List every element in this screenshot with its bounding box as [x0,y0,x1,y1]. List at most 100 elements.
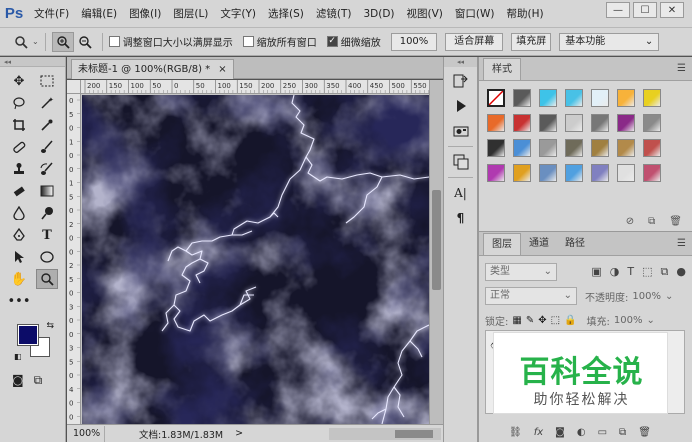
style-swatch[interactable] [539,89,557,107]
quick-mask-icon[interactable]: ◙ [12,373,24,388]
filter-adjustment-icon[interactable]: ◑ [610,265,620,279]
strip-header[interactable]: ◂◂ [444,57,477,67]
new-style-icon[interactable]: ⧉ [648,216,655,227]
healing-brush-tool-icon[interactable] [8,137,30,157]
checkbox-box[interactable] [108,36,120,47]
zoom-out-icon[interactable] [74,32,96,52]
menu-item[interactable]: 视图(V) [401,0,449,28]
chevron-down-icon[interactable]: ⌄ [646,315,654,326]
style-swatch[interactable] [643,114,661,132]
style-swatch[interactable] [565,164,583,182]
menu-item[interactable]: 滤镜(T) [310,0,358,28]
zoom-in-icon[interactable] [51,31,74,52]
paragraph-panel-icon[interactable]: ¶ [448,207,474,229]
style-swatch[interactable] [591,89,609,107]
style-swatch[interactable] [591,139,609,157]
style-swatch[interactable] [643,139,661,157]
document-tab[interactable]: 未标题-1 @ 100%(RGB/8) * × [71,59,234,79]
screen-mode-icon[interactable]: ⧉ [34,373,43,388]
style-swatch[interactable] [487,139,505,157]
style-swatch[interactable] [513,164,531,182]
magic-wand-tool-icon[interactable]: ✦ [36,93,58,113]
style-swatch[interactable] [565,139,583,157]
blur-tool-icon[interactable] [8,203,30,223]
move-tool-icon[interactable]: ✥ [8,71,30,91]
pen-tool-icon[interactable] [8,225,30,245]
foreground-color[interactable] [17,324,39,346]
resize-windows-checkbox[interactable]: 调整窗口大小以满屏显示 [108,34,233,49]
style-swatch[interactable] [617,139,635,157]
vertical-scrollbar[interactable] [429,80,443,424]
tab-channels[interactable]: 通道 [521,233,557,255]
panel-menu-icon[interactable]: ☰ [677,63,686,74]
crop-tool-icon[interactable] [8,115,30,135]
style-swatch[interactable] [487,164,505,182]
fill-field[interactable]: 100% [614,315,643,326]
horizontal-scrollbar[interactable] [329,428,441,440]
style-swatch[interactable] [539,114,557,132]
filter-toggle-icon[interactable]: ● [676,265,686,279]
zoom-all-windows-checkbox[interactable]: 缩放所有窗口 [242,34,317,49]
layer-style-icon[interactable]: fx [534,427,543,438]
actions-play-icon[interactable] [448,95,474,117]
menu-item[interactable]: 编辑(E) [75,0,123,28]
delete-layer-icon[interactable]: 🗑 [638,427,651,438]
filter-shape-icon[interactable]: ⬚ [642,265,652,279]
toolbox-header[interactable]: ◂◂ [0,57,65,67]
properties-panel-icon[interactable] [448,120,474,142]
style-swatch[interactable] [487,114,505,132]
layer-mask-icon[interactable]: ◙ [555,427,565,438]
history-panel-icon[interactable] [448,70,474,92]
vertical-ruler[interactable]: 0 5 0 1 0 0 1 5 0 2 0 0 2 5 0 3 0 0 3 5 0 4 0 0 [67,94,81,424]
lock-pixels-icon[interactable]: ✎ [526,315,534,326]
lock-all-icon[interactable]: 🔒 [564,315,576,326]
tab-styles[interactable]: 样式 [483,58,521,80]
ellipse-tool-icon[interactable] [36,247,58,267]
close-button[interactable]: ✕ [660,2,684,18]
fill-screen-button[interactable]: 填充屏 [511,32,552,51]
menu-item[interactable]: 图层(L) [167,0,214,28]
status-menu-arrow[interactable]: > [235,428,243,439]
canvas-image-clouds-lightning[interactable] [82,95,429,424]
zoom-tool-preset-icon[interactable] [10,32,32,52]
panel-menu-icon[interactable]: ☰ [677,238,686,249]
minimize-button[interactable]: — [606,2,630,18]
style-swatch[interactable] [591,114,609,132]
eyedropper-tool-icon[interactable] [36,115,58,135]
restore-button[interactable]: ☐ [633,2,657,18]
layer-filter-select[interactable]: 类型 ⌄ [485,263,557,281]
style-swatch[interactable] [539,139,557,157]
hand-tool-icon[interactable]: ✋ [8,269,30,289]
swap-colors-icon[interactable]: ⇆ [46,321,54,331]
workspace-select[interactable]: 基本功能 ⌄ [559,32,660,51]
marquee-tool-icon[interactable] [36,71,58,91]
path-selection-tool-icon[interactable] [8,247,30,267]
menu-item[interactable]: 帮助(H) [501,0,550,28]
default-colors-icon[interactable]: ◧ [14,352,22,361]
horizontal-ruler[interactable]: 200 150 100 50 0 50 100 150 200 250 300 350 400 450 50… [81,80,429,94]
adjustment-layer-icon[interactable]: ◐ [577,427,586,438]
chevron-down-icon[interactable]: ⌄ [32,37,39,46]
clear-style-icon[interactable]: ⊘ [626,216,634,227]
lock-artboard-icon[interactable]: ⬚ [551,315,560,326]
brush-tool-icon[interactable] [36,137,58,157]
filter-type-icon[interactable]: T [627,265,634,279]
tab-layers[interactable]: 图层 [483,233,521,255]
delete-style-icon[interactable]: 🗑 [669,216,682,227]
type-tool-icon[interactable]: T [36,225,58,245]
style-swatch-none[interactable] [487,89,505,107]
style-swatch[interactable] [643,89,661,107]
tab-paths[interactable]: 路径 [557,233,593,255]
scrollbar-thumb[interactable] [395,430,433,438]
style-swatch[interactable] [565,114,583,132]
scrollbar-thumb[interactable] [432,190,441,290]
zoom-100-button[interactable]: 100% [390,32,438,51]
style-swatch[interactable] [617,114,635,132]
new-group-icon[interactable]: ▭ [598,427,607,438]
style-swatch[interactable] [513,114,531,132]
character-panel-icon[interactable] [448,151,474,173]
link-layers-icon[interactable]: ⛓ [509,427,522,438]
lock-position-icon[interactable]: ✥ [538,315,546,326]
new-layer-icon[interactable]: ⧉ [619,427,626,438]
style-swatch[interactable] [617,89,635,107]
